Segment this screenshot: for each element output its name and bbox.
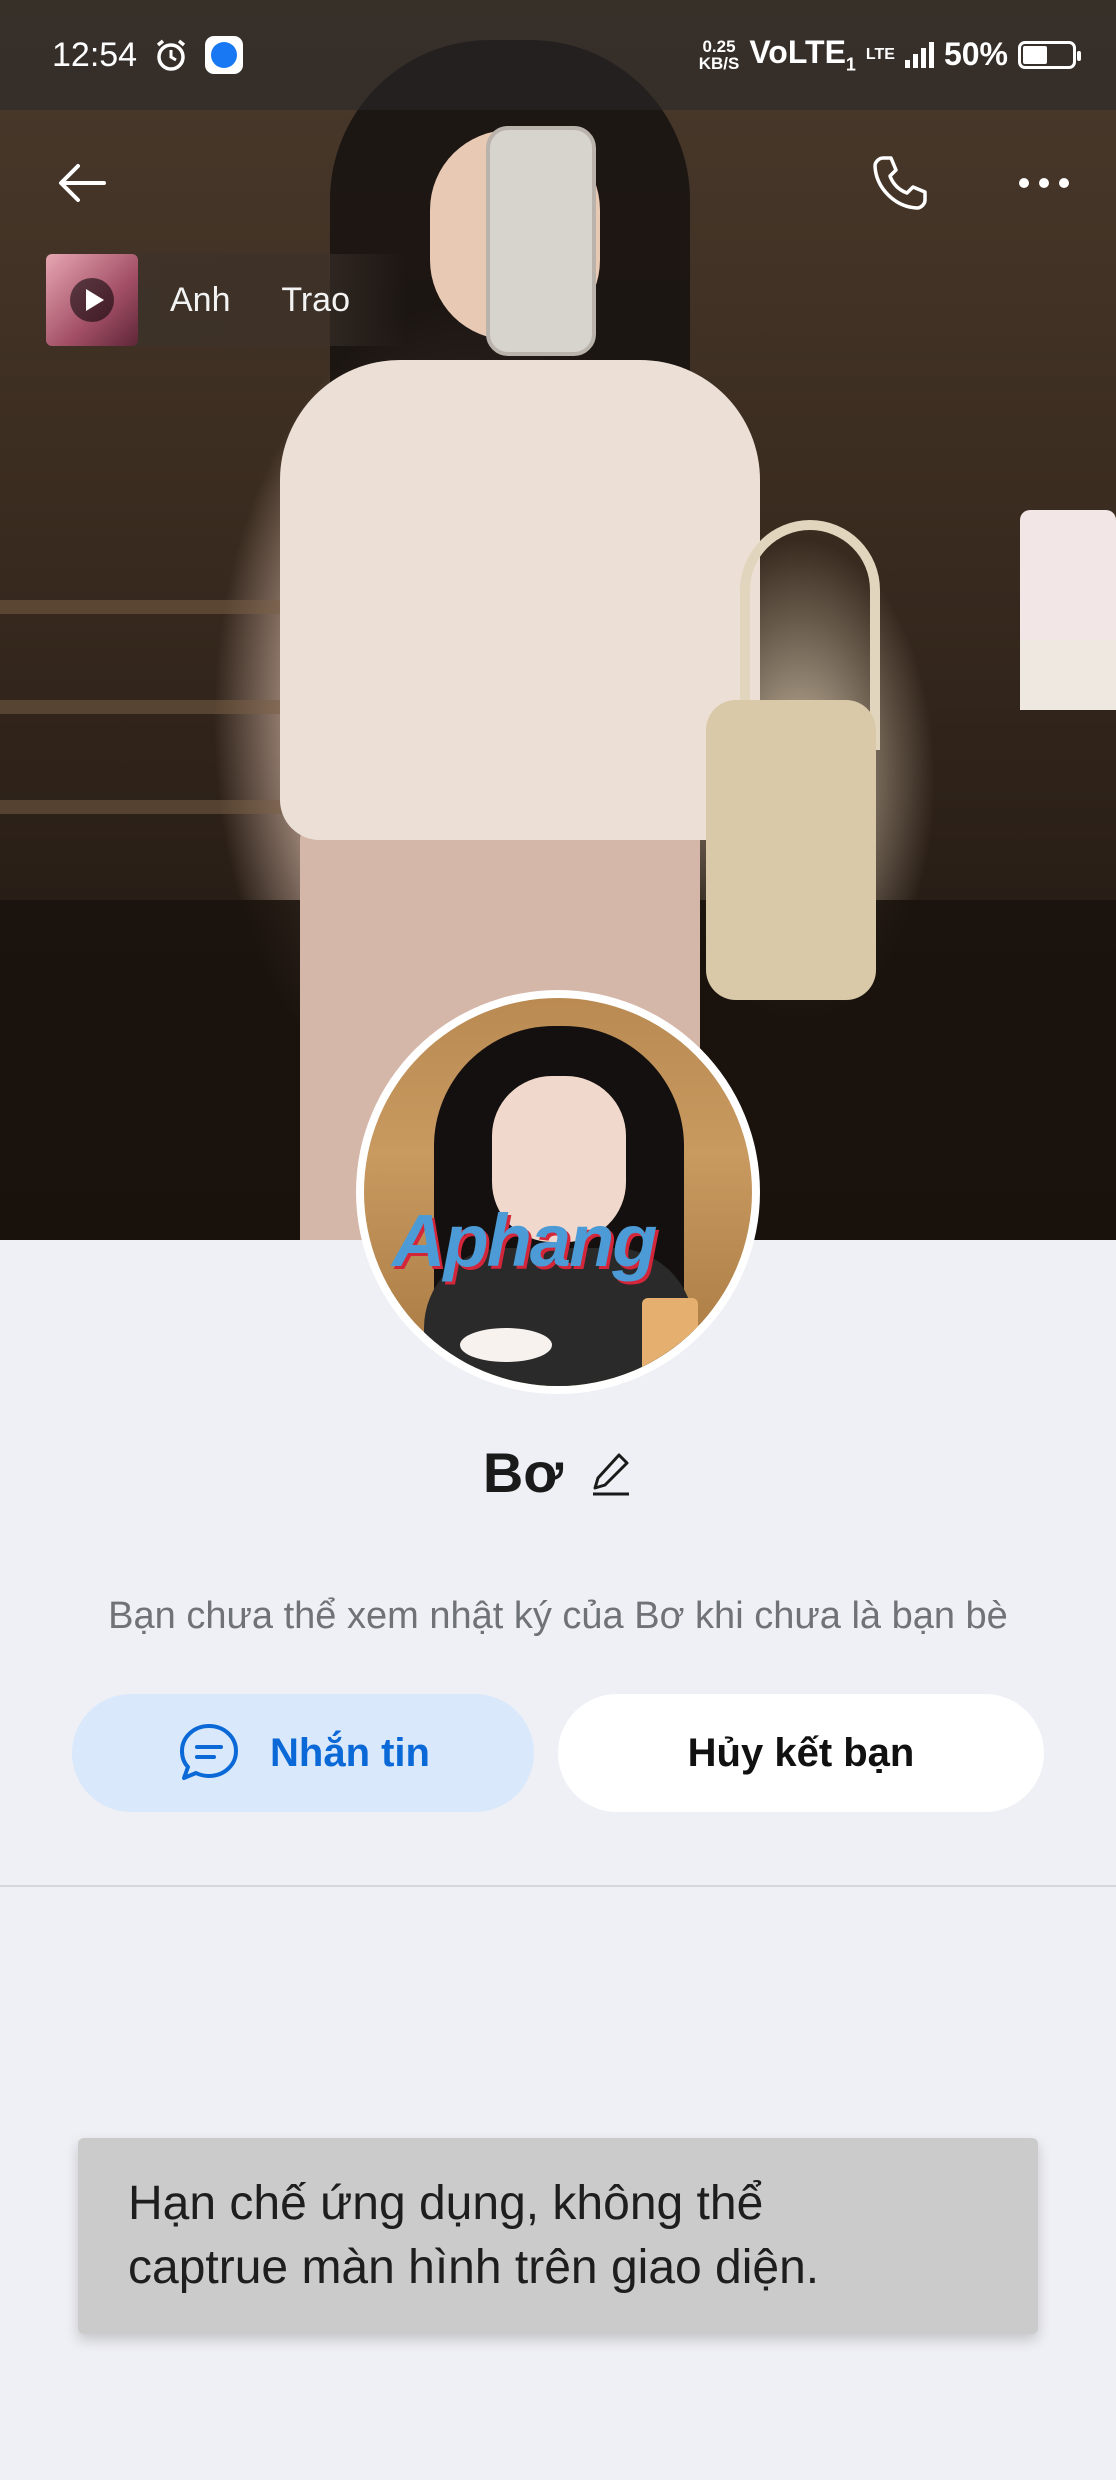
music-thumbnail	[46, 254, 138, 346]
network-sub: 1	[845, 54, 856, 75]
toast-line-2: captrue màn hình trên giao diện.	[128, 2241, 820, 2294]
call-button[interactable]	[862, 145, 938, 221]
message-button[interactable]: Nhắn tin	[72, 1694, 534, 1812]
more-button[interactable]	[1006, 145, 1082, 221]
avatar-image: Aphang	[364, 998, 752, 1386]
toast-message: Hạn chế ứng dụng, không thể captrue màn …	[78, 2138, 1038, 2334]
phone-icon	[873, 156, 927, 210]
profile-name: Bơ	[482, 1441, 564, 1504]
divider	[0, 1885, 1116, 1887]
cover-top	[280, 360, 760, 840]
cover-bag	[706, 700, 876, 1000]
network-type: VoLTE1	[749, 34, 856, 75]
avatar[interactable]: Aphang	[356, 990, 760, 1394]
friend-hint-text: Bạn chưa thể xem nhật ký của Bơ khi chưa…	[108, 1595, 1008, 1637]
profile-music[interactable]: Anh Trao	[46, 254, 406, 346]
message-button-label: Nhắn tin	[270, 1730, 430, 1775]
unfriend-button[interactable]: Hủy kết bạn	[558, 1694, 1044, 1812]
alarm-icon	[157, 39, 186, 71]
chat-bubble-icon	[180, 1724, 238, 1780]
lte-label: LTE	[865, 45, 895, 63]
music-title: Anh Trao	[170, 280, 350, 319]
arrow-left-icon	[59, 164, 106, 202]
messenger-icon	[205, 36, 244, 74]
network-label: VoLTE	[749, 34, 846, 71]
watermark-logo: Aphang	[392, 1199, 657, 1282]
status-bar: 12:54 0.25 KB/S VoLTE1 LTE 50%	[0, 0, 1116, 110]
play-icon[interactable]	[70, 278, 114, 322]
cover-phone	[486, 126, 596, 356]
battery-icon	[1018, 40, 1081, 69]
status-time: 12:54	[52, 35, 138, 74]
battery-percent: 50%	[943, 36, 1008, 73]
edit-pencil-icon[interactable]	[589, 1449, 633, 1497]
more-dots-icon	[1019, 178, 1069, 188]
back-button[interactable]	[44, 145, 120, 221]
cover-shelf	[0, 700, 300, 714]
toast-line-1: Hạn chế ứng dụng, không thể	[128, 2177, 764, 2230]
profile-name-row: Bơ	[0, 1440, 1116, 1505]
net-speed-value: 0.25	[702, 36, 736, 56]
cover-shelf	[0, 800, 300, 814]
cover-cup	[1020, 510, 1116, 660]
cover-counter	[1020, 640, 1116, 710]
signal-icon	[904, 41, 934, 68]
net-speed-unit: KB/S	[698, 53, 740, 73]
unfriend-button-label: Hủy kết bạn	[687, 1730, 915, 1775]
net-speed: 0.25 KB/S	[699, 38, 740, 72]
